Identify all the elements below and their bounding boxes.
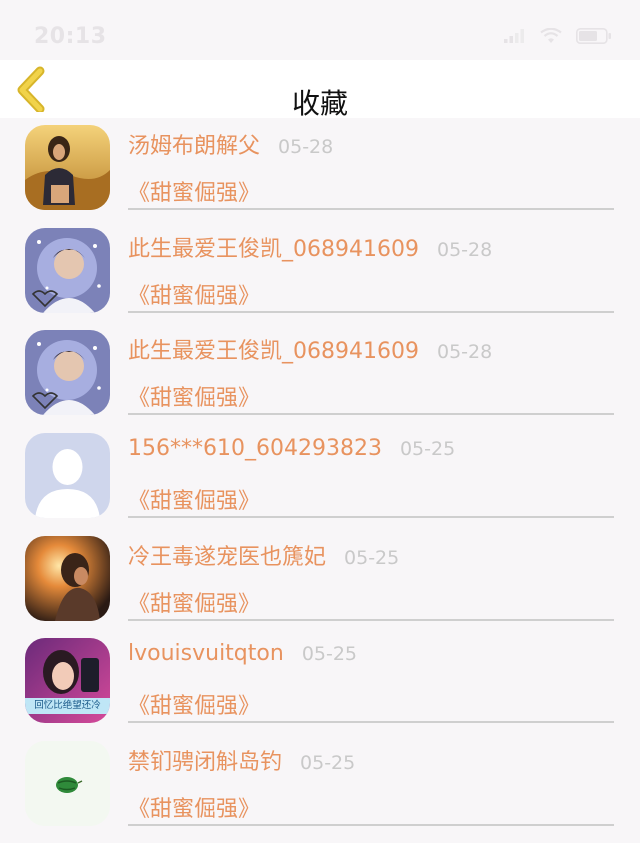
divider xyxy=(128,721,614,724)
song-title[interactable]: 《甜蜜倔强》 xyxy=(128,586,260,618)
user-name[interactable]: 此生最爱王俊凯_068941609 xyxy=(128,231,419,263)
divider xyxy=(128,824,614,827)
user-name[interactable]: 此生最爱王俊凯_068941609 xyxy=(128,333,419,365)
status-time: 20:13 xyxy=(34,24,107,49)
list-item[interactable]: 禁钔骋闭斛岛钓 05-25 《甜蜜倔强》 xyxy=(0,734,640,837)
default-user-avatar[interactable] xyxy=(25,433,110,519)
list-item[interactable]: 此生最爱王俊凯_068941609 05-28 《甜蜜倔强》 xyxy=(0,323,640,426)
list-item[interactable]: 156***610_604293823 05-25 《甜蜜倔强》 xyxy=(0,426,640,529)
girl-with-caption-avatar[interactable]: 回忆比绝望还冷 xyxy=(25,638,110,724)
sparkle-portrait-avatar[interactable] xyxy=(25,227,110,313)
date-label: 05-25 xyxy=(300,752,356,775)
status-icons xyxy=(504,28,612,44)
date-label: 05-25 xyxy=(344,546,400,569)
list-item[interactable]: 回忆比绝望还冷 lvouisvuitqton 05-25 《甜蜜倔强》 xyxy=(0,631,640,734)
date-label: 05-28 xyxy=(278,136,334,158)
divider xyxy=(128,516,614,519)
wifi-icon xyxy=(540,28,562,43)
cellular-signal-icon xyxy=(504,29,524,43)
song-title[interactable]: 《甜蜜倔强》 xyxy=(128,688,260,720)
song-title[interactable]: 《甜蜜倔强》 xyxy=(128,791,260,823)
date-label: 05-28 xyxy=(436,238,493,261)
date-label: 05-28 xyxy=(436,341,493,364)
date-label: 05-25 xyxy=(399,438,456,461)
list-item[interactable]: 此生最爱王俊凯_068941609 05-28 《甜蜜倔强》 xyxy=(0,221,640,324)
divider xyxy=(128,618,614,621)
song-title[interactable]: 《甜蜜倔强》 xyxy=(128,278,260,310)
divider xyxy=(128,208,614,210)
divider xyxy=(128,413,614,416)
list-item[interactable]: 汤姆布朗解父 05-28 《甜蜜倔强》 xyxy=(0,118,640,221)
user-name[interactable]: 冷王毒遂宠医也篪妃 xyxy=(128,539,326,571)
user-name[interactable]: 禁钔骋闭斛岛钓 xyxy=(128,744,282,776)
user-name[interactable]: 汤姆布朗解父 xyxy=(128,128,260,160)
date-label: 05-25 xyxy=(301,643,358,666)
divider xyxy=(128,310,614,313)
user-name[interactable]: 156***610_604293823 xyxy=(128,436,382,461)
favorites-list: 汤姆布朗解父 05-28 《甜蜜倔强》 此生最爱王俊凯_068941609 05… xyxy=(0,118,640,837)
song-title[interactable]: 《甜蜜倔强》 xyxy=(128,175,260,207)
avatar-caption: 回忆比绝望还冷 xyxy=(34,700,101,712)
song-title[interactable]: 《甜蜜倔强》 xyxy=(128,483,260,515)
watermelon-avatar[interactable] xyxy=(25,741,110,827)
girl-in-field-avatar[interactable] xyxy=(25,125,110,210)
battery-icon xyxy=(576,28,611,44)
sunset-girl-avatar[interactable] xyxy=(25,535,110,621)
list-item[interactable]: 冷王毒遂宠医也篪妃 05-25 《甜蜜倔强》 xyxy=(0,529,640,632)
song-title[interactable]: 《甜蜜倔强》 xyxy=(128,380,260,412)
page-title: 收藏 xyxy=(291,87,348,120)
sparkle-portrait-avatar[interactable] xyxy=(25,330,110,416)
user-name[interactable]: lvouisvuitqton xyxy=(128,641,284,666)
status-bar: 20:13 xyxy=(0,0,640,60)
navigation-bar: 收藏 xyxy=(0,60,640,120)
